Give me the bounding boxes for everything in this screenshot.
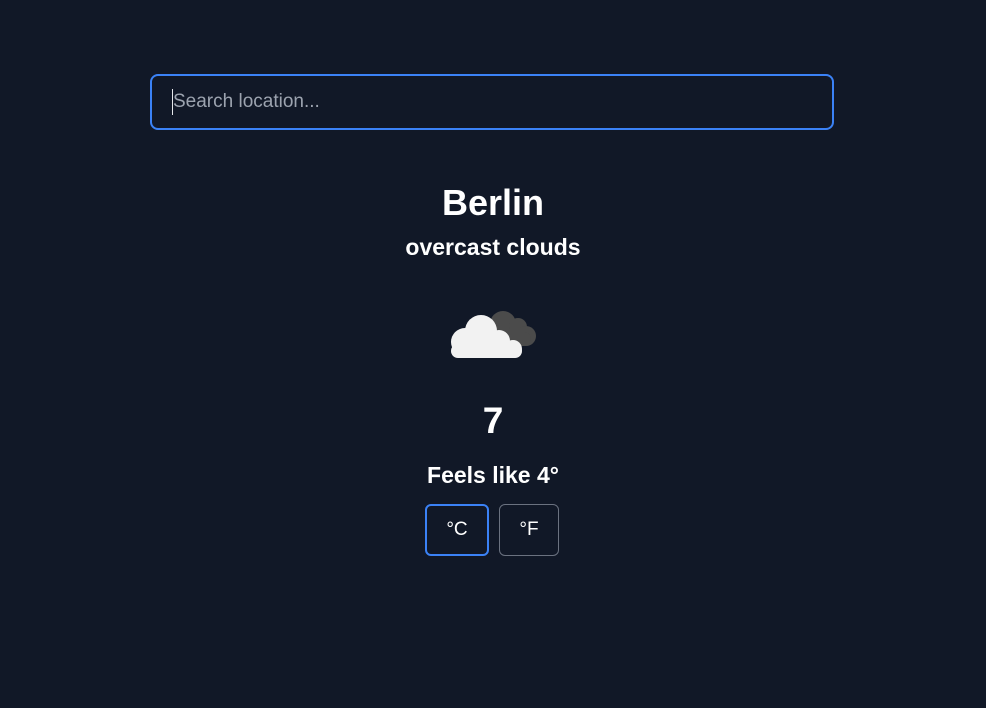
weather-description: overcast clouds <box>405 234 581 260</box>
temperature-value: 7 <box>482 400 504 441</box>
feels-like-text: Feels like 4° <box>427 462 559 488</box>
search-box[interactable] <box>150 74 834 130</box>
city-name: Berlin <box>441 182 545 223</box>
overcast-clouds-icon <box>443 296 543 366</box>
fahrenheit-button[interactable]: °F <box>499 504 559 556</box>
weather-app: Berlin overcast clouds 7 Feels like 4° °… <box>0 0 986 708</box>
cloud-icon-graphic <box>451 311 536 358</box>
celsius-button[interactable]: °C <box>425 504 489 556</box>
search-input[interactable] <box>152 76 832 128</box>
text-caret <box>172 89 173 115</box>
